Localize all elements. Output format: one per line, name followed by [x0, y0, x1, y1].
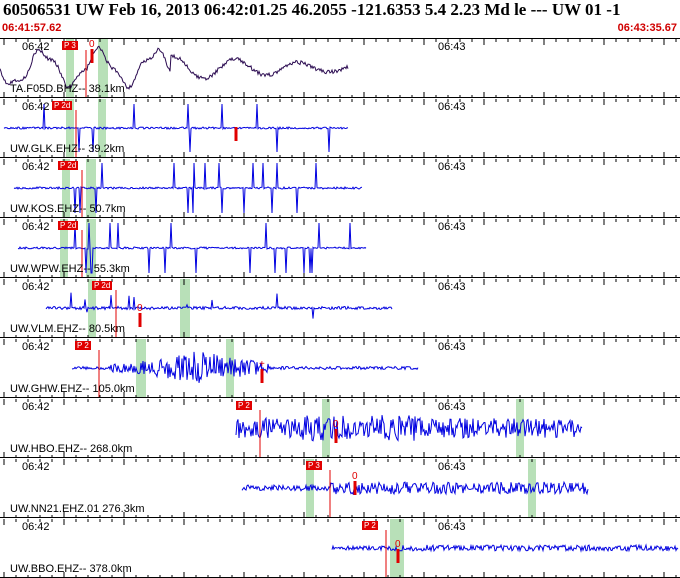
time-label-start: 06:42 [22, 101, 50, 113]
station-label: TA.F05D.BHZ-- 38.1km [10, 83, 125, 95]
trace-row[interactable]: +06:42 06:43 P 2 UW.GHW.EHZ-- 105.0km [0, 339, 680, 398]
trace-row[interactable]: 0 06:42 06:43 P 2d UW.VLM.EHZ-- 80.5km [0, 279, 680, 338]
time-label-start: 06:42 [22, 221, 50, 233]
pick-flag[interactable]: P 2d [92, 281, 113, 290]
trace-row[interactable]: 06:42 06:43 P 2d UW.WPW.EHZ-- 55.3km [0, 219, 680, 278]
time-label-end: 06:43 [438, 161, 466, 173]
station-label: UW.KOS.EHZ-- 50.7km [10, 203, 126, 215]
window-start-time: 06:41:57.62 [2, 22, 62, 34]
station-label: UW.GLK.EHZ-- 39.2km [10, 143, 125, 155]
waveform-trace [71, 351, 419, 383]
time-label-end: 06:43 [438, 401, 466, 413]
time-label-end: 06:43 [438, 221, 466, 233]
time-label-start: 06:42 [22, 341, 50, 353]
phase-marker [353, 481, 357, 495]
pick-flag[interactable]: P 2 [236, 401, 252, 410]
pick-flag[interactable]: P 2 [362, 521, 378, 530]
event-header: 60506531 UW Feb 16, 2013 06:42:01.25 46.… [0, 0, 680, 39]
window-end-time: 06:43:35.67 [617, 22, 677, 34]
time-label-end: 06:43 [438, 101, 466, 113]
phase-marker-label: 0 [89, 39, 95, 50]
trace-row[interactable]: 0 06:42 06:43 P 2 UW.HBO.EHZ-- 268.0km [0, 399, 680, 458]
station-label: UW.GHW.EHZ-- 105.0km [10, 383, 135, 395]
pick-flag[interactable]: P 2 [75, 341, 91, 350]
station-label: UW.HBO.EHZ-- 268.0km [10, 443, 133, 455]
analysis-window [322, 399, 330, 457]
station-label: UW.BBO.EHZ-- 378.0km [10, 563, 132, 575]
waveform-trace [241, 480, 589, 496]
time-label-end: 06:43 [438, 521, 466, 533]
waveform-trace [331, 543, 679, 553]
phase-marker [90, 49, 94, 63]
time-label-end: 06:43 [438, 41, 466, 53]
trace-row[interactable]: 06:42 06:43 P 2d UW.KOS.EHZ-- 50.7km [0, 159, 680, 218]
trace-row[interactable]: 06:42 06:43 P 2d UW.GLK.EHZ-- 39.2km [0, 99, 680, 158]
time-label-start: 06:42 [22, 521, 50, 533]
phase-marker [396, 549, 400, 563]
phase-marker [260, 369, 264, 383]
time-label-end: 06:43 [438, 341, 466, 353]
trace-row[interactable]: 0 06:42 06:43 P 3 TA.F05D.BHZ-- 38.1km [0, 39, 680, 98]
time-label-start: 06:42 [22, 461, 50, 473]
time-label-end: 06:43 [438, 281, 466, 293]
pick-flag[interactable]: P 3 [62, 41, 78, 50]
phase-marker-label: + [259, 359, 265, 370]
time-label-start: 06:42 [22, 281, 50, 293]
pick-flag[interactable]: P 2d [58, 221, 79, 230]
event-title: 60506531 UW Feb 16, 2013 06:42:01.25 46.… [3, 0, 621, 19]
time-label-start: 06:42 [22, 41, 50, 53]
phase-marker-label: 0 [137, 303, 143, 314]
station-label: UW.VLM.EHZ-- 80.5km [10, 323, 125, 335]
time-label-start: 06:42 [22, 161, 50, 173]
pick-flag[interactable]: P 3 [306, 461, 322, 470]
seismogram-panel[interactable]: 0 06:42 06:43 P 3 TA.F05D.BHZ-- 38.1km 06:42 0… [0, 39, 680, 578]
pick-flag[interactable]: P 2d [52, 101, 73, 110]
phase-marker-label: 0 [333, 419, 339, 430]
phase-marker [138, 313, 142, 327]
station-label: UW.NN21.EHZ.01 276.3km [10, 503, 145, 515]
phase-marker [234, 127, 238, 141]
waveform-trace [45, 292, 393, 319]
phase-marker-label: 0 [352, 471, 358, 482]
trace-row[interactable]: 0 06:42 06:43 P 2 UW.BBO.EHZ-- 378.0km [0, 519, 680, 578]
station-label: UW.WPW.EHZ-- 55.3km [10, 263, 130, 275]
phase-marker-label: 0 [395, 539, 401, 550]
time-label-end: 06:43 [438, 461, 466, 473]
phase-marker [334, 429, 338, 443]
waveform-trace [235, 415, 583, 442]
pick-flag[interactable]: P 2d [58, 161, 79, 170]
trace-row[interactable]: 0 06:42 06:43 P 3 UW.NN21.EHZ.01 276.3km [0, 459, 680, 518]
time-label-start: 06:42 [22, 401, 50, 413]
